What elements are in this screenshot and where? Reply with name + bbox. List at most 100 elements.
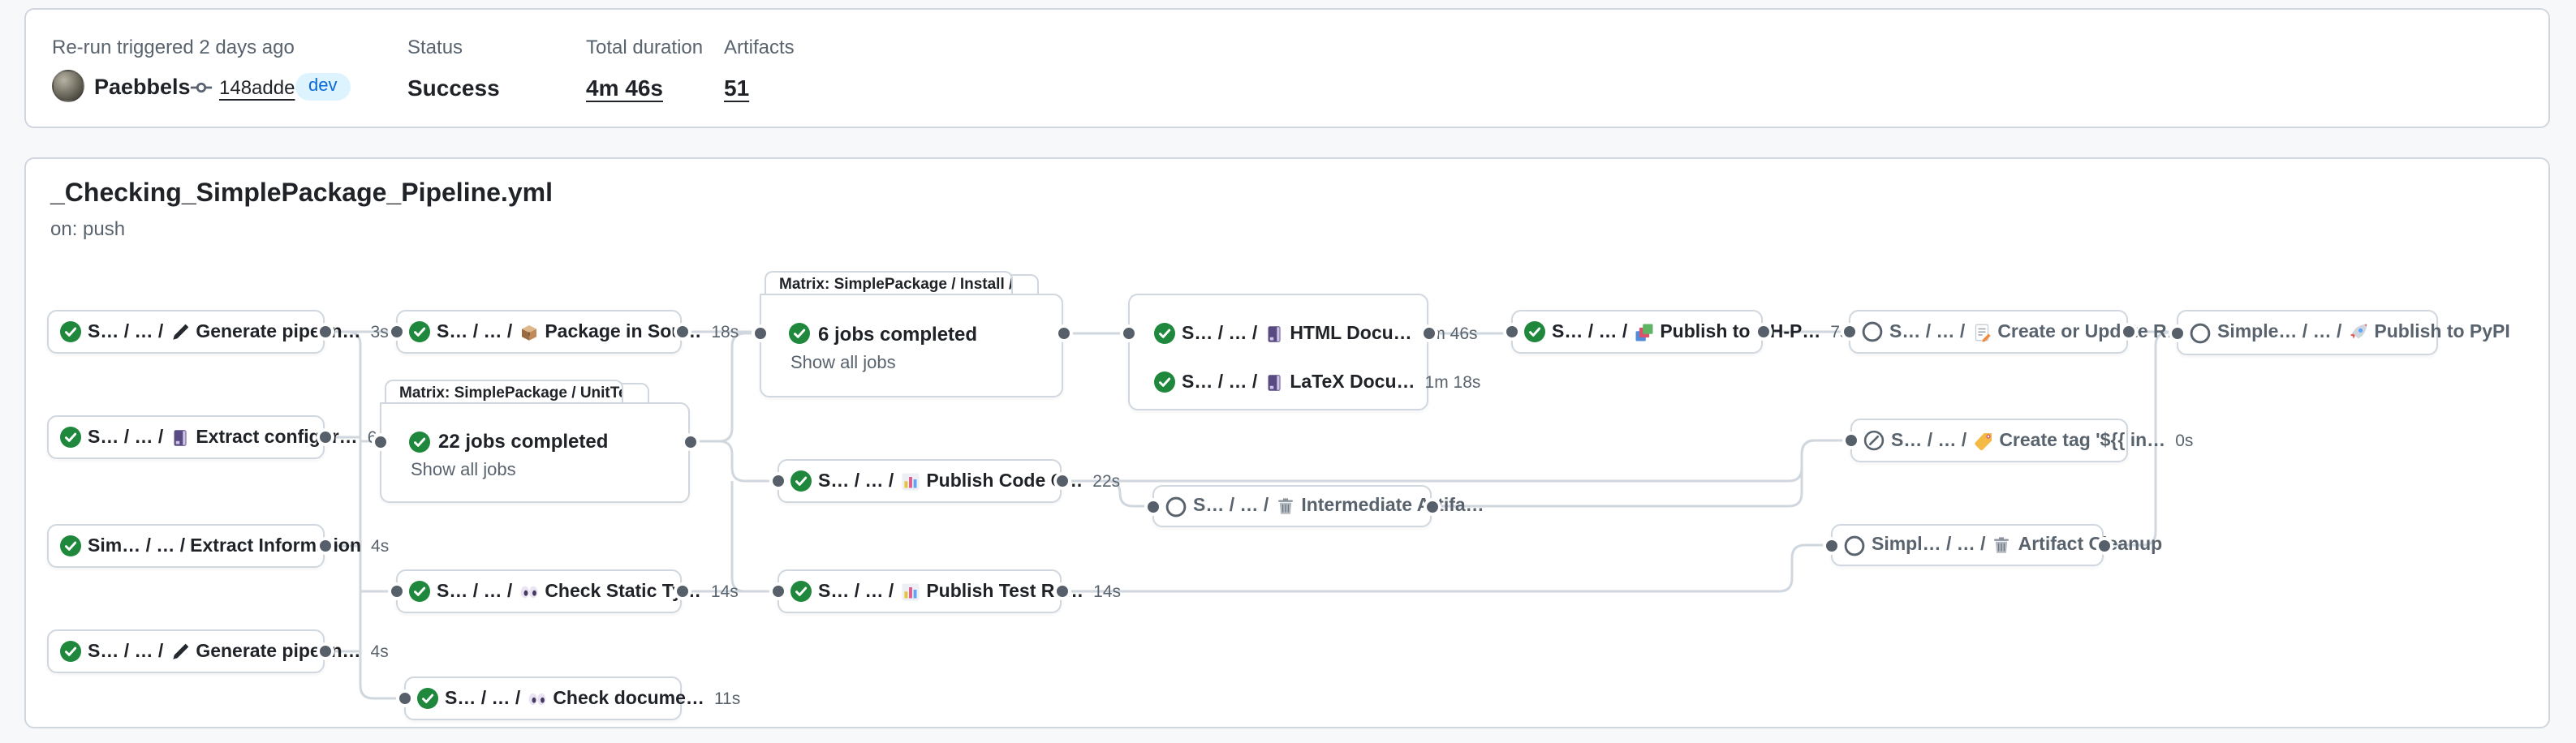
status-success-icon [409,321,430,342]
duration-label: Total duration [586,36,703,58]
git-commit-icon [190,76,213,99]
job-prefix: Simpl… / … / [1872,535,1986,555]
job-prefix: S… / … / [1182,372,1257,392]
job-node-gen-params-2[interactable]: S… / … /Generate pipelin…4s [47,629,325,673]
job-node-intermediate-cleanup[interactable]: S… / … /Intermediate Artifa… [1152,485,1432,527]
job-node-package[interactable]: S… / … /Package in Sou…18s [396,310,682,354]
connection-dot [2119,323,2137,341]
status-success-icon [790,470,812,492]
connection-dot [1419,324,1437,342]
status-pending-icon [1844,535,1865,556]
status-pending-icon [1862,321,1883,342]
commit-sha-link[interactable]: 148adde [219,76,295,99]
group-row-job[interactable]: S… / … /HTML Docu…1m 46s [1128,311,1428,356]
job-prefix: Simple… / … / [2217,323,2341,342]
show-all-jobs-link[interactable]: Show all jobs [411,461,516,480]
job-label: S… / … /Publish Code C… [818,471,1083,491]
job-node-extract-info[interactable]: Sim… / … /Extract Information4s [47,524,325,568]
job-node-artifact-cleanup[interactable]: Simpl… / … /Artifact Cleanup [1831,524,2104,566]
job-name: Create or Update R… [1997,322,2185,341]
job-duration: 14s [711,582,739,601]
job-node-check-static[interactable]: S… / … /Check Static Ty…14s [396,569,682,613]
status-success-icon [790,581,812,602]
status-success-icon [60,427,81,448]
tag-icon [1973,431,1992,450]
connection-dot [371,432,389,450]
trash-icon [1275,496,1294,516]
status-skipped-icon [1863,430,1885,451]
job-duration: 0s [2175,431,2193,450]
connection-dot [316,537,334,555]
job-prefix: S… / … / [818,471,894,491]
status-pending-icon [2190,322,2211,343]
job-prefix: S… / … / [1889,322,1965,341]
connection-dot [1144,497,1161,515]
status-success-icon [409,431,430,452]
matrix-tab-label: Matrix: SimplePackage / UnitTest… [385,380,623,404]
job-prefix: S… / … / [1891,431,1966,450]
job-label: Simpl… / … / Artifact Cleanup [1872,535,2162,555]
connection-dot [316,428,334,446]
pencil-icon [170,642,189,661]
rocket-icon [2348,323,2367,342]
job-duration: 22s [1092,471,1120,491]
connection-dot [769,472,786,490]
matrix-node-matrix-install[interactable]: 6 jobs completed Show all jobs [760,294,1063,397]
status-success-icon [60,641,81,662]
connection-dot [673,582,691,600]
status-success-icon [417,688,438,709]
connection-dot [1842,432,1859,449]
job-node-gen-params-1[interactable]: S… / … /Generate pipelin…3s [47,310,325,354]
job-node-create-release[interactable]: S… / … /Create or Update R… [1849,310,2128,354]
book-icon [1264,324,1283,343]
job-name: Artifact Cleanup [2018,535,2163,555]
job-name: HTML Docu… [1290,324,1411,343]
status-success-icon [409,581,430,602]
job-duration: 3s [371,322,389,341]
status-label: Status [407,36,463,58]
avatar[interactable] [52,70,84,102]
job-node-publish-pypi[interactable]: Simple… / … /Publish to PyPI [2177,310,2438,355]
eyes-icon [527,689,546,708]
show-all-jobs-link[interactable]: Show all jobs [790,353,896,372]
book-icon [1264,372,1283,392]
connection-dot [316,642,334,660]
workflow-run-page: Re-run triggered 2 days ago Paebbels 148… [0,0,2576,743]
actor-login[interactable]: Paebbels [94,75,191,99]
job-prefix: S… / … / [445,689,520,708]
job-prefix: S… / … / [1193,496,1269,516]
job-prefix: S… / … / [1552,322,1627,341]
connection-dot [395,689,413,707]
job-node-check-docs[interactable]: S… / … /Check docume…11s [404,676,682,720]
duration-value[interactable]: 4m 46s [586,75,663,101]
workflow-trigger: on: push [50,217,125,240]
connection-dot [2095,536,2113,554]
matrix-node-matrix-unittest[interactable]: 22 jobs completedShow all jobs [380,402,690,503]
chart-icon [900,582,920,601]
job-node-publish-coverage[interactable]: S… / … /Publish Code C…22s [778,459,1062,503]
connection-dot [1822,536,1840,554]
group-row-job[interactable]: S… / … /LaTeX Docu…1m 18s [1128,359,1428,405]
job-label: S… / … /Publish to GH-P… [1552,322,1820,341]
connection-dot [2168,324,2186,341]
job-duration: 18s [711,322,739,341]
artifacts-count[interactable]: 51 [724,75,749,101]
job-duration: 14s [1093,582,1121,601]
job-node-extract-config[interactable]: S… / … /Extract configur…6s [47,415,325,459]
job-prefix: S… / … / [437,582,512,601]
job-name: Generate pipelin… [196,322,360,341]
status-success-icon [1154,372,1175,393]
status-pending-icon [1165,496,1187,517]
job-label: S… / … /LaTeX Docu… [1182,372,1415,392]
job-label: S… / … / Create or Update R… [1889,322,2186,341]
job-prefix: S… / … / [88,322,163,341]
job-label: S… / … /Package in Sou… [437,322,701,341]
job-prefix: S… / … / [1182,324,1257,343]
branch-badge[interactable]: dev [295,73,351,101]
run-summary-card: Re-run triggered 2 days ago Paebbels 148… [24,8,2550,128]
job-node-publish-ghpages[interactable]: S… / … /Publish to GH-P…7s [1511,310,1763,354]
matrix-jobs-completed: 6 jobs completed [789,322,977,345]
status-value: Success [407,75,500,101]
job-node-create-tag[interactable]: S… / … /Create tag '${{ in…0s [1850,419,2128,462]
job-node-publish-testresults[interactable]: S… / … /Publish Test Re…14s [778,569,1062,613]
